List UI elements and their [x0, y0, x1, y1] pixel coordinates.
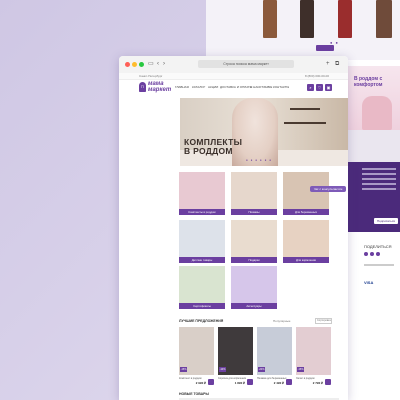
category-image [179, 172, 225, 209]
add-to-cart-icon[interactable] [325, 379, 331, 385]
category-tile[interactable]: Пижамы [231, 172, 277, 218]
category-label: Для беременных [283, 209, 329, 215]
category-tile[interactable]: Детские товары [179, 220, 225, 266]
hero-title: КОМПЛЕКТЫ В РОДДОМ [184, 138, 242, 156]
category-image [179, 220, 225, 257]
background-text-lines [362, 168, 396, 193]
category-label: Пижамы [231, 209, 277, 215]
hero-carousel-dots[interactable]: ● ● ● ● ● ● [246, 158, 272, 162]
maximize-window-icon[interactable] [139, 62, 144, 67]
sidebar-icon[interactable]: ▭ [148, 60, 154, 68]
category-image [231, 266, 277, 303]
address-bar[interactable]: Строка поиска мама маркет [198, 60, 294, 68]
forward-icon[interactable]: › [163, 60, 165, 68]
category-tile[interactable]: Сертификаты [179, 266, 225, 312]
category-image [179, 266, 225, 303]
add-to-cart-icon[interactable] [247, 379, 253, 385]
category-label: Для кормления [283, 257, 329, 263]
background-footer-line [364, 264, 394, 266]
search-icon[interactable]: ⌕ [307, 84, 314, 91]
close-window-icon[interactable] [125, 62, 130, 67]
product-price: 2 490 ₽ [273, 381, 284, 385]
nav-item-contacts[interactable]: КОНТАКТЫ [273, 85, 289, 89]
category-image [283, 220, 329, 257]
add-to-cart-icon[interactable] [286, 379, 292, 385]
nav-item-reviews[interactable]: ОТЗЫВЫ [259, 85, 272, 89]
product-card[interactable]: -15% Комплект в роддом 2 990 ₽ [179, 327, 214, 387]
background-carousel-dots: ● ● [330, 40, 339, 45]
hero-title-line-2: В РОДДОМ [184, 146, 233, 156]
phone-number[interactable]: 8 (800) 000-00-00 [305, 74, 329, 78]
chat-consultant-button[interactable]: Чат с консультантом [310, 186, 346, 192]
nav-item-home[interactable]: ГЛАВНАЯ [175, 85, 189, 89]
background-button [316, 45, 334, 51]
category-tile[interactable]: Комплекты в роддом [179, 172, 225, 218]
category-label: Детские товары [179, 257, 225, 263]
background-photo-1 [263, 0, 277, 38]
products-filter[interactable]: Популярные [273, 319, 290, 323]
back-icon[interactable]: ‹ [157, 60, 159, 68]
discount-badge: -15% [297, 367, 304, 372]
whatsapp-icon [376, 252, 380, 256]
logo-line-2: маркет [148, 87, 172, 93]
background-subscribe-button: Подписаться [374, 218, 398, 224]
category-label: Аксессуары [231, 303, 277, 309]
browser-toolbar: ▭ ‹ › Строка поиска мама маркет + ⧉ [119, 56, 348, 74]
category-label: Сертификаты [179, 303, 225, 309]
product-card[interactable]: -15% Халат в роддом 2 790 ₽ [296, 327, 331, 387]
minimize-window-icon[interactable] [132, 62, 137, 67]
category-image [231, 220, 277, 257]
category-tile[interactable]: Для кормления [283, 220, 329, 266]
cart-icon[interactable]: ▣ [325, 84, 332, 91]
background-footer-title: ПОДЕЛИТЬСЯ [364, 244, 392, 249]
category-tile[interactable]: Подарки [231, 220, 277, 266]
category-tile[interactable]: Аксессуары [231, 266, 277, 312]
background-cards [346, 130, 400, 162]
hero-shelf-upper [290, 108, 320, 110]
background-photo-4 [376, 0, 392, 38]
city-selector[interactable]: Санкт-Петербург [139, 74, 163, 78]
products-sort-select[interactable]: Сортировка [315, 318, 332, 324]
category-image [231, 172, 277, 209]
background-photo-3 [338, 0, 352, 38]
background-banner-photo [362, 96, 392, 130]
product-price: 2 790 ₽ [312, 381, 323, 385]
browser-window: ▭ ‹ › Строка поиска мама маркет + ⧉ Санк… [119, 56, 348, 400]
product-card[interactable]: -20% Пижама для беременных 2 490 ₽ [257, 327, 292, 387]
new-products-title: НОВЫЕ ТОВАРЫ [179, 392, 209, 396]
product-price: 1 890 ₽ [234, 381, 245, 385]
background-photo-2 [300, 0, 314, 38]
hero-shelf-lower [284, 122, 326, 124]
discount-badge: -20% [258, 367, 265, 372]
discount-badge: -10% [219, 367, 226, 372]
category-label: Комплекты в роддом [179, 209, 225, 215]
site-header: ∩ мама маркет ГЛАВНАЯ КАТАЛОГ АКЦИИ ДОСТ… [119, 79, 348, 96]
vk-icon [364, 252, 368, 256]
logo[interactable]: мама маркет [148, 81, 171, 93]
hero-banner[interactable]: КОМПЛЕКТЫ В РОДДОМ ● ● ● ● ● ● [180, 98, 348, 166]
background-banner-text: В роддом с комфортом [354, 76, 383, 88]
product-price: 2 990 ₽ [195, 381, 206, 385]
category-tile[interactable]: Для беременных [283, 172, 329, 218]
favorites-icon[interactable]: ♡ [316, 84, 323, 91]
payment-visa-icon: VISA [364, 280, 374, 285]
category-label: Подарки [231, 257, 277, 263]
nav-item-catalog[interactable]: КАТАЛОГ [192, 85, 205, 89]
telegram-icon [370, 252, 374, 256]
tabs-icon[interactable]: ⧉ [335, 60, 339, 68]
discount-badge: -15% [180, 367, 187, 372]
nav-item-sales[interactable]: АКЦИИ [208, 85, 218, 89]
products-section-title: ЛУЧШИЕ ПРЕДЛОЖЕНИЯ [179, 319, 224, 323]
nav-item-delivery[interactable]: ДОСТАВКА И ОПЛАТА [220, 85, 252, 89]
product-card[interactable]: -10% Сорочка для кормления 1 890 ₽ [218, 327, 253, 387]
logo-icon[interactable]: ∩ [139, 82, 146, 92]
add-tab-icon[interactable]: + [326, 60, 330, 68]
add-to-cart-icon[interactable] [208, 379, 214, 385]
